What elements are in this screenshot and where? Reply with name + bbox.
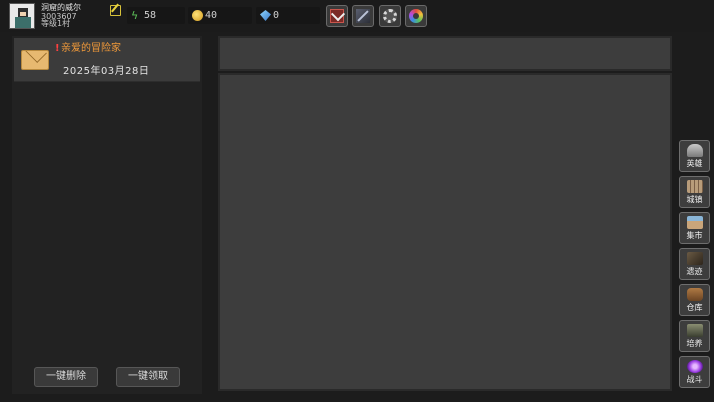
nav-battle-button[interactable]: 战斗 bbox=[679, 356, 710, 388]
player-avatar[interactable] bbox=[9, 3, 35, 29]
mail-detail-body bbox=[218, 73, 672, 391]
training-dummy-icon bbox=[687, 324, 703, 337]
nav-battle-label: 战斗 bbox=[686, 375, 703, 384]
mail-button[interactable] bbox=[326, 5, 348, 27]
player-name: 洞窟的威尔 bbox=[41, 3, 81, 12]
mail-icon bbox=[330, 9, 344, 23]
mail-date: 2025年03月28日 bbox=[63, 66, 150, 77]
gem-value: 0 bbox=[273, 10, 280, 21]
nav-hero-button[interactable]: 英雄 bbox=[679, 140, 710, 172]
gear-icon bbox=[383, 9, 397, 23]
edit-name-icon[interactable] bbox=[110, 5, 121, 16]
color-wheel-icon bbox=[409, 9, 423, 23]
sword-icon bbox=[356, 9, 370, 23]
relic-ruins-icon bbox=[687, 252, 703, 265]
player-level: 等级1村 bbox=[41, 19, 71, 28]
top-bar: 洞窟的威尔 3003607 等级1村 ϟ 58 40 0 bbox=[0, 0, 714, 32]
nav-warehouse-button[interactable]: 仓库 bbox=[679, 284, 710, 316]
nav-training-button[interactable]: 培养 bbox=[679, 320, 710, 352]
coin-value: 40 bbox=[205, 10, 218, 21]
avatar-body bbox=[15, 17, 31, 28]
gem-icon bbox=[260, 10, 271, 21]
gem-counter: 0 bbox=[256, 7, 320, 24]
nav-town-button[interactable]: 城镇 bbox=[679, 176, 710, 208]
mail-list-item[interactable]: ! 亲爱的冒险家 2025年03月28日 bbox=[14, 38, 200, 82]
energy-bolt-icon: ϟ bbox=[131, 9, 139, 22]
claim-all-button[interactable]: 一键领取 bbox=[116, 367, 180, 387]
battle-portal-icon bbox=[687, 360, 703, 373]
color-wheel-button[interactable] bbox=[405, 5, 427, 27]
avatar-face bbox=[20, 12, 26, 16]
coin-icon bbox=[192, 10, 203, 21]
energy-value: 58 bbox=[144, 10, 157, 21]
hero-helmet-icon bbox=[687, 144, 703, 157]
nav-relic-button[interactable]: 遗迹 bbox=[679, 248, 710, 280]
mail-title: 亲爱的冒险家 bbox=[61, 43, 121, 54]
nav-market-button[interactable]: 集市 bbox=[679, 212, 710, 244]
nav-training-label: 培养 bbox=[686, 339, 703, 348]
nav-market-label: 集市 bbox=[686, 231, 703, 240]
nav-warehouse-label: 仓库 bbox=[686, 303, 703, 312]
mail-detail-header bbox=[218, 36, 672, 71]
nav-relic-label: 遗迹 bbox=[686, 267, 703, 276]
nav-town-label: 城镇 bbox=[686, 195, 703, 204]
envelope-icon bbox=[21, 50, 49, 70]
unread-mark: ! bbox=[55, 43, 60, 54]
market-stall-icon bbox=[687, 216, 703, 229]
mail-list-panel: ! 亲爱的冒险家 2025年03月28日 bbox=[12, 36, 202, 394]
nav-hero-label: 英雄 bbox=[686, 159, 703, 168]
settings-button[interactable] bbox=[379, 5, 401, 27]
town-wall-icon bbox=[687, 180, 703, 193]
delete-all-button[interactable]: 一键删除 bbox=[34, 367, 98, 387]
coin-counter: 40 bbox=[188, 7, 252, 24]
weapon-button[interactable] bbox=[352, 5, 374, 27]
warehouse-chest-icon bbox=[687, 288, 703, 301]
energy-counter: ϟ 58 bbox=[127, 7, 185, 24]
